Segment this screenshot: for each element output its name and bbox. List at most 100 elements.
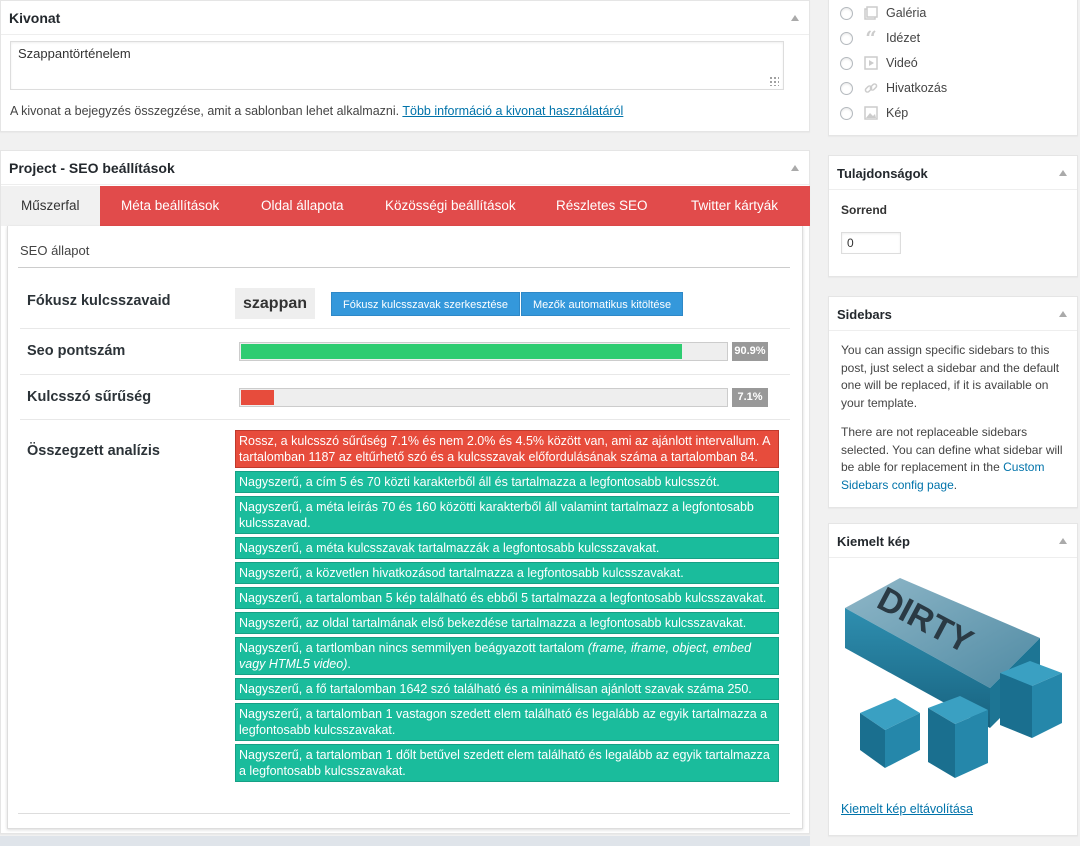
analysis-text: Nagyszerű, a cím 5 és 70 közti karakterb… [239,475,720,489]
excerpt-box-header[interactable]: Kivonat [1,1,809,35]
sidebars-box: Sidebars You can assign specific sidebar… [828,296,1078,508]
format-label: Videó [886,56,918,70]
page-attributes-box: Tulajdonságok Sorrend 0 [828,155,1078,277]
autofill-fields-button[interactable]: Mezők automatikus kitöltése [521,292,684,316]
format-option-gallery[interactable]: Galéria [840,3,926,23]
excerpt-value: Szappantörténelem [18,46,131,61]
analysis-summary-label: Összegzett analízis [27,443,160,459]
analysis-item: Nagyszerű, a tartalomban 1 vastagon szed… [235,703,779,741]
focus-keyword-label: Fókusz kulcsszavaid [27,293,171,309]
resize-grip-icon[interactable] [769,76,779,86]
analysis-item: Nagyszerű, a fő tartalomban 1642 szó tal… [235,678,779,700]
collapse-arrow-icon[interactable] [1059,538,1067,544]
analysis-text-tail: . [347,657,351,671]
analysis-text: Nagyszerű, a közvetlen hivatkozásod tart… [239,566,684,580]
analysis-item: Nagyszerű, a méta kulcsszavak tartalmazz… [235,537,779,559]
edit-keywords-button[interactable]: Fókusz kulcsszavak szerkesztése [331,292,521,316]
excerpt-help: A kivonat a bejegyzés összegzése, amit a… [10,104,623,118]
format-option-video[interactable]: Videó [840,53,918,73]
tab-social-settings[interactable]: Közösségi beállítások [385,186,516,226]
footer-strip [0,836,810,846]
attributes-header[interactable]: Tulajdonságok [829,156,1077,190]
featured-image-title: Kiemelt kép [837,534,910,549]
collapse-arrow-icon[interactable] [1059,311,1067,317]
sidebars-info-tail: . [953,477,958,492]
featured-image-box: Kiemelt kép DIRTY Kiemelt kép eltávolítá… [828,523,1078,836]
gallery-icon [863,5,879,21]
analysis-item: Nagyszerű, a tartlomban nincs semmilyen … [235,637,779,675]
radio-button[interactable] [840,56,853,70]
sidebars-header[interactable]: Sidebars [829,297,1077,331]
format-option-link[interactable]: Hivatkozás [840,78,947,98]
format-label: Idézet [886,31,921,45]
post-format-box: Galéria “ Idézet Videó Hivatkozás Kép [828,0,1078,136]
keyword-density-percent: 7.1% [732,388,768,407]
analysis-item: Rossz, a kulcsszó sűrűség 7.1% és nem 2.… [235,430,779,468]
tab-meta-settings[interactable]: Méta beállítások [121,186,219,226]
analysis-text: Nagyszerű, a tartalomban 5 kép található… [239,591,767,605]
excerpt-help-link[interactable]: Több információ a kivonat használatáról [402,104,623,118]
sidebars-title: Sidebars [837,307,892,322]
analysis-item: Nagyszerű, a méta leírás 70 és 160 közöt… [235,496,779,534]
excerpt-box: Kivonat Szappantörténelem A kivonat a be… [0,0,810,132]
analysis-text: Rossz, a kulcsszó sűrűség 7.1% és nem 2.… [239,434,770,464]
analysis-text: Nagyszerű, a tartalomban 1 vastagon szed… [239,707,768,737]
analysis-item: Nagyszerű, a cím 5 és 70 közti karakterb… [235,471,779,493]
tab-page-status[interactable]: Oldal állapota [261,186,344,226]
seo-score-bar-fill [241,344,682,359]
divider [18,267,790,268]
radio-button[interactable] [840,6,853,20]
video-icon [863,55,879,71]
analysis-item: Nagyszerű, az oldal tartalmának első bek… [235,612,779,634]
keyword-density-bar-fill [241,390,274,405]
format-label: Hivatkozás [886,81,948,95]
radio-button[interactable] [840,31,853,45]
collapse-arrow-icon[interactable] [791,165,799,171]
link-icon [863,80,879,96]
format-label: Kép [886,106,909,120]
divider [20,374,790,375]
seo-score-bar [239,342,728,361]
featured-image-thumbnail[interactable]: DIRTY [840,578,1068,784]
tab-dashboard[interactable]: Műszerfal [1,186,100,226]
keyword-density-label: Kulcsszó sűrűség [27,389,152,405]
sidebars-info: There are not replaceable sidebars selec… [841,424,1069,494]
analysis-text: Nagyszerű, a tartlomban nincs semmilyen … [239,641,588,655]
format-label: Galéria [886,6,927,20]
excerpt-textarea[interactable]: Szappantörténelem [10,41,784,90]
tab-detailed-seo[interactable]: Részletes SEO [556,186,648,226]
collapse-arrow-icon[interactable] [1059,170,1067,176]
collapse-arrow-icon[interactable] [791,15,799,21]
seo-status-title: SEO állapot [20,243,90,258]
attributes-title: Tulajdonságok [837,166,928,181]
excerpt-title: Kivonat [9,10,61,26]
analysis-text: Nagyszerű, a fő tartalomban 1642 szó tal… [239,682,752,696]
excerpt-help-text: A kivonat a bejegyzés összegzése, amit a… [10,104,400,118]
analysis-text: Nagyszerű, a tartalomban 1 dőlt betűvel … [239,748,770,778]
image-icon [863,105,879,121]
analysis-item: Nagyszerű, a tartalomban 1 dőlt betűvel … [235,744,779,782]
seo-box-title: Project - SEO beállítások [9,160,175,176]
analysis-text: Nagyszerű, az oldal tartalmának első bek… [239,616,747,630]
analysis-text: Nagyszerű, a méta kulcsszavak tartalmazz… [239,541,660,555]
seo-box-header[interactable]: Project - SEO beállítások [1,151,809,185]
seo-score-percent: 90.9% [732,342,768,361]
sidebars-description: You can assign specific sidebars to this… [841,343,1060,410]
radio-button[interactable] [840,106,853,120]
focus-keyword-chip: szappan [235,288,316,319]
radio-button[interactable] [840,81,853,95]
analysis-item: Nagyszerű, a közvetlen hivatkozásod tart… [235,562,779,584]
seo-score-label: Seo pontszám [27,343,126,359]
remove-featured-image-link[interactable]: Kiemelt kép eltávolítása [841,802,973,816]
divider [20,328,790,329]
order-input[interactable]: 0 [841,232,901,254]
featured-image-header[interactable]: Kiemelt kép [829,524,1077,558]
format-option-image[interactable]: Kép [840,103,908,123]
keyword-density-bar [239,388,728,407]
seo-tab-bar: Műszerfal Méta beállítások Oldal állapot… [1,186,810,226]
seo-dashboard-panel: SEO állapot Fókusz kulcsszavaid szappan … [7,226,803,829]
order-label: Sorrend [841,203,888,217]
format-option-quote[interactable]: “ Idézet [840,28,920,48]
tab-twitter-cards[interactable]: Twitter kártyák [691,186,778,226]
analysis-item: Nagyszerű, a tartalomban 5 kép található… [235,587,779,609]
